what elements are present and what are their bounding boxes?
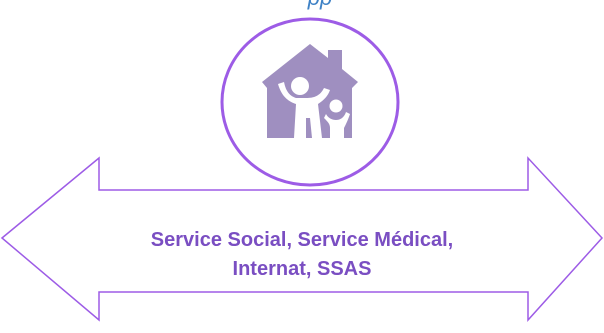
arrow-label-line-1: Service Social, Service Médical, bbox=[150, 229, 454, 251]
top-partial-text: pp bbox=[200, 0, 440, 10]
arrow-label-line-2: Internat, SSAS bbox=[232, 258, 372, 280]
arrow-label: Service Social, Service Médical, Interna… bbox=[102, 226, 502, 284]
